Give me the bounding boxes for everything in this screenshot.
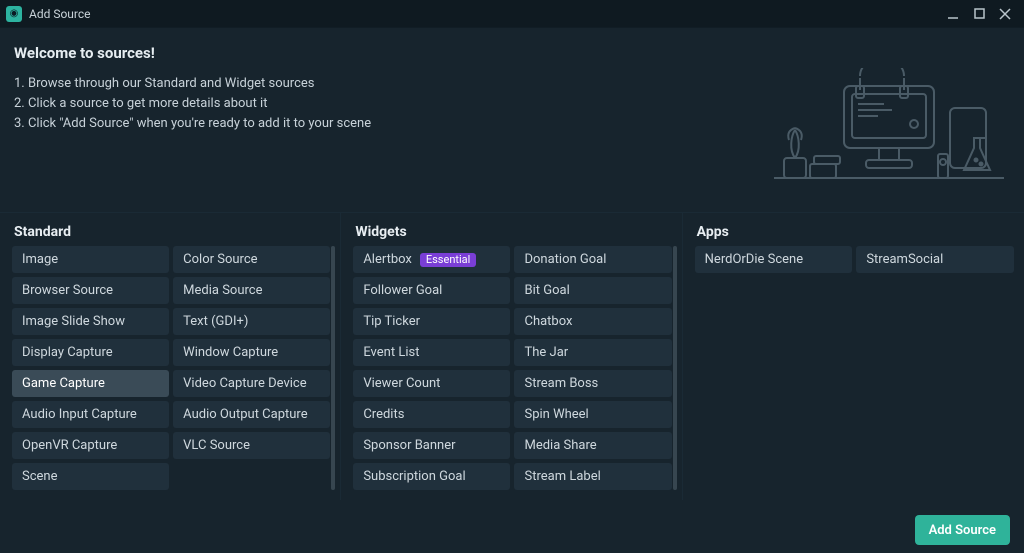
source-item-label: OpenVR Capture [22,440,117,452]
source-item-label: Stream Boss [524,378,598,390]
source-item-image-slide-show[interactable]: Image Slide Show [12,308,169,335]
source-item-label: Game Capture [22,378,105,390]
source-item-follower-goal[interactable]: Follower Goal [353,277,510,304]
source-item-donation-goal[interactable]: Donation Goal [514,246,671,273]
source-item-text-gdi[interactable]: Text (GDI+) [173,308,330,335]
footer: Add Source [0,507,1024,553]
maximize-button[interactable] [966,2,992,26]
section-heading: Standard [14,224,328,240]
source-item-label: NerdOrDie Scene [705,254,803,266]
source-item-game-capture[interactable]: Game Capture [12,370,169,397]
source-item-label: Donation Goal [524,254,606,266]
source-item-color-source[interactable]: Color Source [173,246,330,273]
window-title: Add Source [29,7,91,21]
section-heading: Widgets [355,224,669,240]
source-item-browser-source[interactable]: Browser Source [12,277,169,304]
source-item-label: Browser Source [22,285,113,297]
source-item-streamsocial[interactable]: StreamSocial [856,246,1014,273]
source-item-audio-output-capture[interactable]: Audio Output Capture [173,401,330,428]
source-item-video-capture-device[interactable]: Video Capture Device [173,370,330,397]
minimize-button[interactable] [940,2,966,26]
source-columns: Standard Image Color Source Browser Source… [0,213,1024,500]
source-item-label: Scene [22,471,58,483]
scrollbar[interactable] [331,246,335,490]
source-item-label: Media Source [183,285,262,297]
source-item-label: Tip Ticker [363,316,420,328]
source-item-label: Image [22,254,58,266]
source-item-nerdordie-scene[interactable]: NerdOrDie Scene [695,246,853,273]
source-item-label: Viewer Count [363,378,440,390]
intro-panel: Welcome to sources! Browse through our S… [0,28,1024,213]
column-apps: Apps NerdOrDie Scene StreamSocial [683,213,1024,500]
column-widgets: Widgets Alertbox Essential Donation Goal Fo… [341,213,682,500]
source-item-stream-label[interactable]: Stream Label [514,463,671,490]
source-item-chatbox[interactable]: Chatbox [514,308,671,335]
source-item-label: Event List [363,347,419,359]
source-item-label: Window Capture [183,347,278,359]
source-item-label: Alertbox [363,254,412,266]
source-item-event-list[interactable]: Event List [353,339,510,366]
source-item-openvr-capture[interactable]: OpenVR Capture [12,432,169,459]
source-item-label: StreamSocial [866,254,943,266]
source-item-label: Video Capture Device [183,378,306,390]
source-item-credits[interactable]: Credits [353,401,510,428]
source-item-label: Chatbox [524,316,572,328]
source-item-tip-ticker[interactable]: Tip Ticker [353,308,510,335]
badge-essential: Essential [420,253,476,267]
source-item-media-source[interactable]: Media Source [173,277,330,304]
source-item-audio-input-capture[interactable]: Audio Input Capture [12,401,169,428]
source-item-alertbox[interactable]: Alertbox Essential [353,246,510,273]
column-standard: Standard Image Color Source Browser Source… [0,213,341,500]
desk-illustration-icon [774,68,1004,188]
source-item-label: Display Capture [22,347,113,359]
source-item-display-capture[interactable]: Display Capture [12,339,169,366]
source-item-viewer-count[interactable]: Viewer Count [353,370,510,397]
source-item-the-jar[interactable]: The Jar [514,339,671,366]
source-item-media-share[interactable]: Media Share [514,432,671,459]
source-item-stream-boss[interactable]: Stream Boss [514,370,671,397]
source-item-label: Sponsor Banner [363,440,455,452]
app-logo-icon: ◉ [6,6,22,22]
source-item-label: Color Source [183,254,257,266]
intro-heading: Welcome to sources! [14,44,1010,62]
source-item-vlc-source[interactable]: VLC Source [173,432,330,459]
source-item-sponsor-banner[interactable]: Sponsor Banner [353,432,510,459]
close-button[interactable] [992,2,1018,26]
source-item-label: Spin Wheel [524,409,588,421]
source-item-label: Bit Goal [524,285,569,297]
source-item-subscription-goal[interactable]: Subscription Goal [353,463,510,490]
source-item-label: Credits [363,409,404,421]
source-item-window-capture[interactable]: Window Capture [173,339,330,366]
source-item-label: Subscription Goal [363,471,465,483]
titlebar: ◉ Add Source [0,0,1024,28]
source-item-label: Media Share [524,440,596,452]
section-heading: Apps [697,224,1012,240]
source-item-label: Follower Goal [363,285,442,297]
source-item-label: Image Slide Show [22,316,125,328]
source-item-label: The Jar [524,347,568,359]
source-item-label: Audio Output Capture [183,409,307,421]
source-item-bit-goal[interactable]: Bit Goal [514,277,671,304]
source-item-image[interactable]: Image [12,246,169,273]
add-source-button[interactable]: Add Source [915,515,1010,545]
source-item-scene[interactable]: Scene [12,463,169,490]
source-item-label: Text (GDI+) [183,316,248,328]
scrollbar[interactable] [673,246,677,490]
source-item-label: Stream Label [524,471,600,483]
source-item-spin-wheel[interactable]: Spin Wheel [514,401,671,428]
source-item-label: VLC Source [183,440,250,452]
source-item-label: Audio Input Capture [22,409,137,421]
